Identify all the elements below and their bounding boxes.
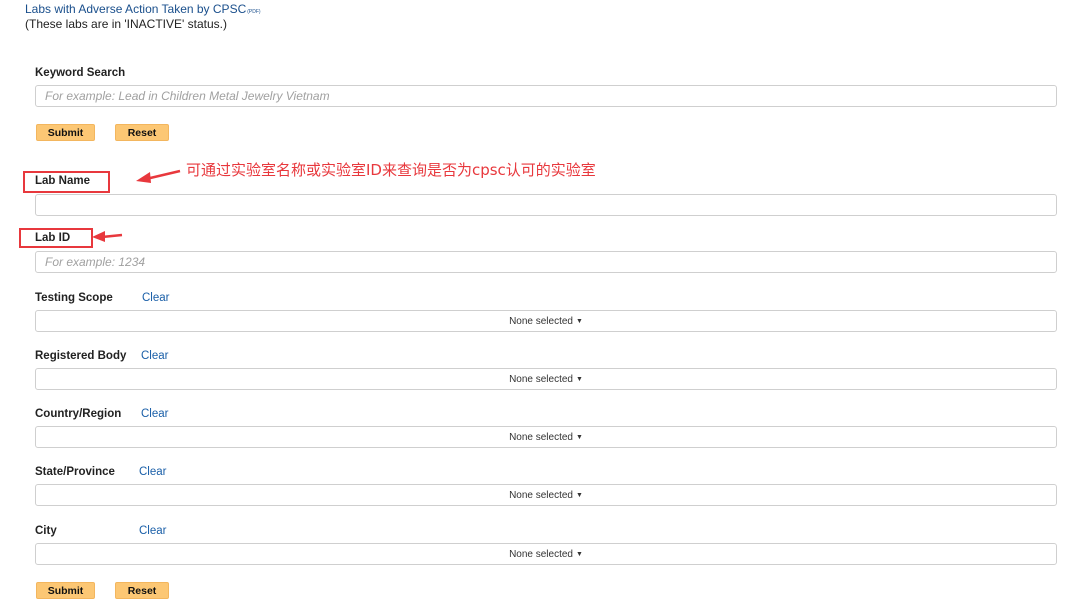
country-region-select[interactable]: None selected ▼: [35, 426, 1057, 448]
state-province-selected-value: None selected: [509, 489, 573, 501]
registered-body-selected-value: None selected: [509, 373, 573, 385]
testing-scope-select[interactable]: None selected ▼: [35, 310, 1057, 332]
keyword-search-input[interactable]: [35, 85, 1057, 107]
country-region-clear-link[interactable]: Clear: [141, 408, 168, 420]
lab-id-label: Lab ID: [35, 232, 71, 244]
reset-button-top[interactable]: Reset: [115, 124, 169, 141]
city-clear-link[interactable]: Clear: [139, 525, 166, 537]
lab-name-input[interactable]: [35, 194, 1057, 216]
city-selected-value: None selected: [509, 548, 573, 560]
state-province-select[interactable]: None selected ▼: [35, 484, 1057, 506]
registered-body-clear-link[interactable]: Clear: [141, 350, 168, 362]
country-region-selected-value: None selected: [509, 431, 573, 443]
registered-body-label: Registered Body: [35, 350, 127, 362]
caret-down-icon: ▼: [576, 491, 583, 499]
caret-down-icon: ▼: [576, 317, 583, 325]
adverse-action-labs-link[interactable]: Labs with Adverse Action Taken by CPSC(P…: [25, 2, 261, 16]
submit-button-top[interactable]: Submit: [36, 124, 95, 141]
keyword-search-label: Keyword Search: [35, 67, 126, 79]
annotation-text: 可通过实验室名称或实验室ID来查询是否为cpsc认可的实验室: [186, 161, 596, 179]
caret-down-icon: ▼: [576, 433, 583, 441]
pdf-tag: (PDF): [247, 9, 261, 15]
city-label: City: [35, 525, 57, 537]
inactive-status-note: (These labs are in 'INACTIVE' status.): [25, 17, 227, 31]
caret-down-icon: ▼: [576, 375, 583, 383]
annotation-arrow-lab-name: [136, 169, 181, 183]
country-region-label: Country/Region: [35, 408, 122, 420]
submit-button-bottom[interactable]: Submit: [36, 582, 95, 599]
adverse-action-labs-link-text[interactable]: Labs with Adverse Action Taken by CPSC: [25, 2, 246, 16]
state-province-label: State/Province: [35, 466, 115, 478]
registered-body-select[interactable]: None selected ▼: [35, 368, 1057, 390]
caret-down-icon: ▼: [576, 550, 583, 558]
testing-scope-label: Testing Scope: [35, 292, 113, 304]
city-select[interactable]: None selected ▼: [35, 543, 1057, 565]
testing-scope-clear-link[interactable]: Clear: [142, 292, 169, 304]
lab-name-label: Lab Name: [35, 175, 90, 187]
state-province-clear-link[interactable]: Clear: [139, 466, 166, 478]
lab-id-input[interactable]: [35, 251, 1057, 273]
reset-button-bottom[interactable]: Reset: [115, 582, 169, 599]
testing-scope-selected-value: None selected: [509, 315, 573, 327]
annotation-arrow-lab-id: [92, 231, 123, 242]
